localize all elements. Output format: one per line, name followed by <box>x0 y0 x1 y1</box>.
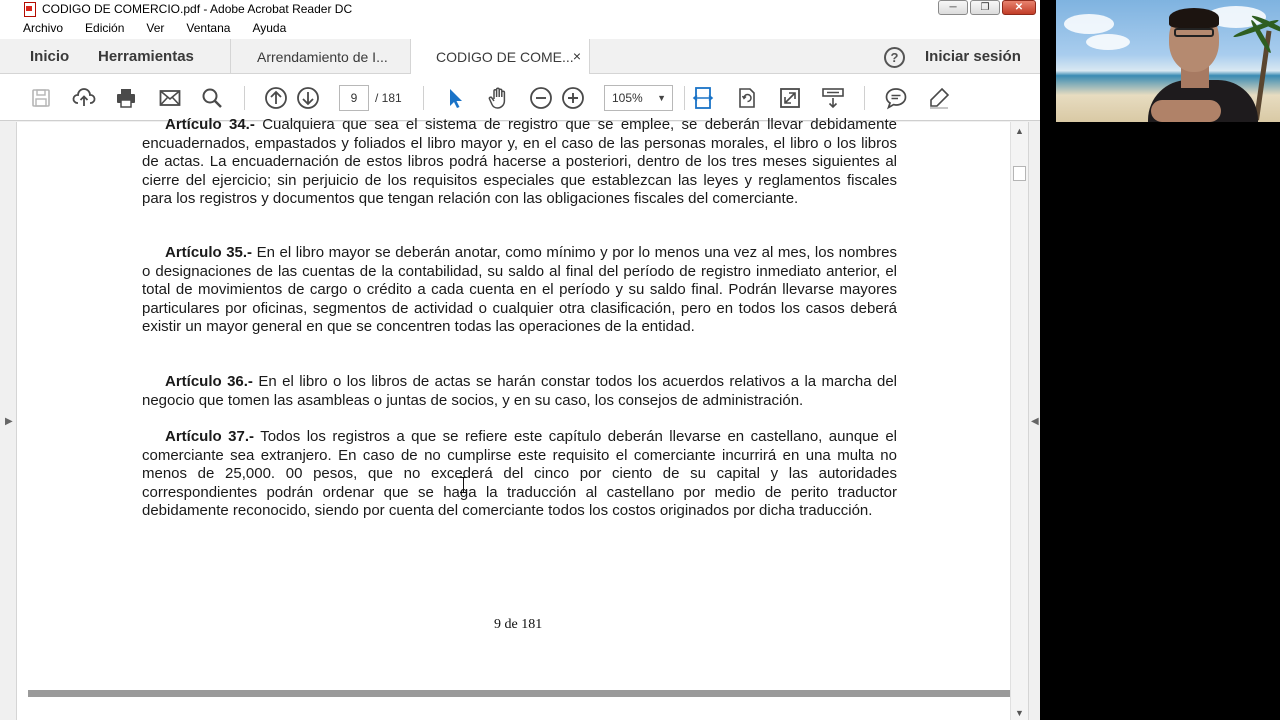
cloud <box>1064 14 1114 34</box>
article-heading: Artículo 36.- <box>165 373 253 390</box>
menu-bar: Archivo Edición Ver Ventana Ayuda <box>0 17 1040 39</box>
scrollbar-thumb[interactable] <box>1013 166 1026 181</box>
title-bar: CODIGO DE COMERCIO.pdf - Adobe Acrobat R… <box>0 0 1040 17</box>
glasses-icon <box>1174 28 1214 37</box>
highlight-icon[interactable] <box>927 86 951 110</box>
zoom-in-icon[interactable] <box>561 86 585 110</box>
close-tab-icon[interactable]: × <box>573 48 581 64</box>
article-35: Artículo 35.- En el libro mayor se deber… <box>142 244 897 337</box>
rotate-icon[interactable] <box>735 86 759 110</box>
cloud <box>1086 34 1130 50</box>
article-heading: Artículo 37.- <box>165 428 254 445</box>
expand-left-icon: ▶ <box>5 416 13 427</box>
menu-ayuda[interactable]: Ayuda <box>252 21 286 35</box>
toolbar-separator <box>423 86 424 110</box>
window-controls: ─ ❐ ✕ <box>938 0 1036 15</box>
prev-page-icon[interactable] <box>264 86 288 110</box>
left-panel-toggle[interactable]: ▶ <box>0 122 17 720</box>
document-view: ▶ Artículo 34.- Cualquiera que sea el si… <box>0 116 1040 720</box>
menu-ventana[interactable]: Ventana <box>186 21 230 35</box>
help-icon[interactable]: ? <box>884 47 905 68</box>
next-pdf-page <box>28 697 1010 720</box>
print-icon[interactable] <box>114 86 138 110</box>
minimize-button[interactable]: ─ <box>938 0 968 15</box>
zoom-select[interactable]: 105% ▼ <box>604 85 673 111</box>
article-34: Artículo 34.- Cualquiera que sea el sist… <box>142 116 897 209</box>
article-heading: Artículo 34.- <box>165 116 255 133</box>
page-total: / 181 <box>375 91 402 105</box>
toolbar-separator <box>684 86 685 110</box>
zoom-value: 105% <box>612 91 643 105</box>
tabs-bar: Inicio Herramientas Arrendamiento de I..… <box>0 39 1040 75</box>
zoom-out-icon[interactable] <box>529 86 553 110</box>
document-tab-label: Arrendamiento de I... <box>257 49 388 65</box>
hand-icon[interactable] <box>486 86 510 110</box>
scroll-mode-icon[interactable] <box>821 86 845 110</box>
page-divider <box>28 690 1010 697</box>
next-page-icon[interactable] <box>296 86 320 110</box>
toolbar-separator <box>864 86 865 110</box>
upload-icon[interactable] <box>72 86 96 110</box>
menu-archivo[interactable]: Archivo <box>23 21 63 35</box>
close-window-button[interactable]: ✕ <box>1002 0 1036 15</box>
pdf-app-icon <box>22 1 36 17</box>
acrobat-window: CODIGO DE COMERCIO.pdf - Adobe Acrobat R… <box>0 0 1040 720</box>
pdf-page: Artículo 34.- Cualquiera que sea el sist… <box>28 116 1010 690</box>
window-title: CODIGO DE COMERCIO.pdf - Adobe Acrobat R… <box>42 1 353 16</box>
expand-right-icon: ◀ <box>1031 416 1039 427</box>
page-number-input[interactable]: 9 <box>339 85 369 111</box>
menu-edicion[interactable]: Edición <box>85 21 124 35</box>
article-text: Cualquiera que sea el sistema de registr… <box>142 116 897 207</box>
vertical-scrollbar[interactable]: ▲ ▼ <box>1010 122 1028 720</box>
document-tab-arrendamiento[interactable]: Arrendamiento de I... <box>230 39 410 74</box>
save-icon[interactable] <box>29 86 53 110</box>
chevron-down-icon: ▼ <box>657 93 666 103</box>
text-cursor-icon <box>460 477 467 493</box>
article-heading: Artículo 35.- <box>165 244 253 261</box>
page-footer: 9 de 181 <box>494 617 543 632</box>
article-text: En el libro mayor se deberán anotar, com… <box>142 244 897 335</box>
webcam-overlay <box>1056 0 1280 122</box>
article-36: Artículo 36.- En el libro o los libros d… <box>142 373 897 410</box>
article-text: Todos los registros a que se refiere est… <box>142 428 898 519</box>
maximize-button[interactable]: ❐ <box>970 0 1000 15</box>
document-tab-label: CODIGO DE COME... <box>436 49 574 65</box>
screen: CODIGO DE COMERCIO.pdf - Adobe Acrobat R… <box>0 0 1280 720</box>
scroll-up-icon[interactable]: ▲ <box>1015 126 1024 136</box>
menu-ver[interactable]: Ver <box>146 21 164 35</box>
presenter-hair <box>1169 8 1219 28</box>
document-tab-codigo-comercio[interactable]: CODIGO DE COME... × <box>410 39 590 75</box>
comment-icon[interactable] <box>884 86 908 110</box>
scroll-down-icon[interactable]: ▼ <box>1015 708 1024 718</box>
toolbar: 9 / 181 105% ▼ <box>0 74 1040 121</box>
fit-width-icon[interactable] <box>691 86 715 110</box>
signin-button[interactable]: Iniciar sesión <box>925 48 1021 65</box>
search-icon[interactable] <box>200 86 224 110</box>
mail-icon[interactable] <box>158 86 182 110</box>
select-cursor-icon[interactable] <box>443 86 467 110</box>
article-text: En el libro o los libros de actas se har… <box>142 373 897 409</box>
tab-home[interactable]: Inicio <box>30 48 69 65</box>
toolbar-separator <box>244 86 245 110</box>
article-37: Artículo 37.- Todos los registros a que … <box>142 428 897 521</box>
tab-tools[interactable]: Herramientas <box>98 48 194 65</box>
presenter-hands <box>1151 100 1221 122</box>
full-screen-icon[interactable] <box>778 86 802 110</box>
right-panel-toggle[interactable]: ◀ <box>1028 122 1040 720</box>
